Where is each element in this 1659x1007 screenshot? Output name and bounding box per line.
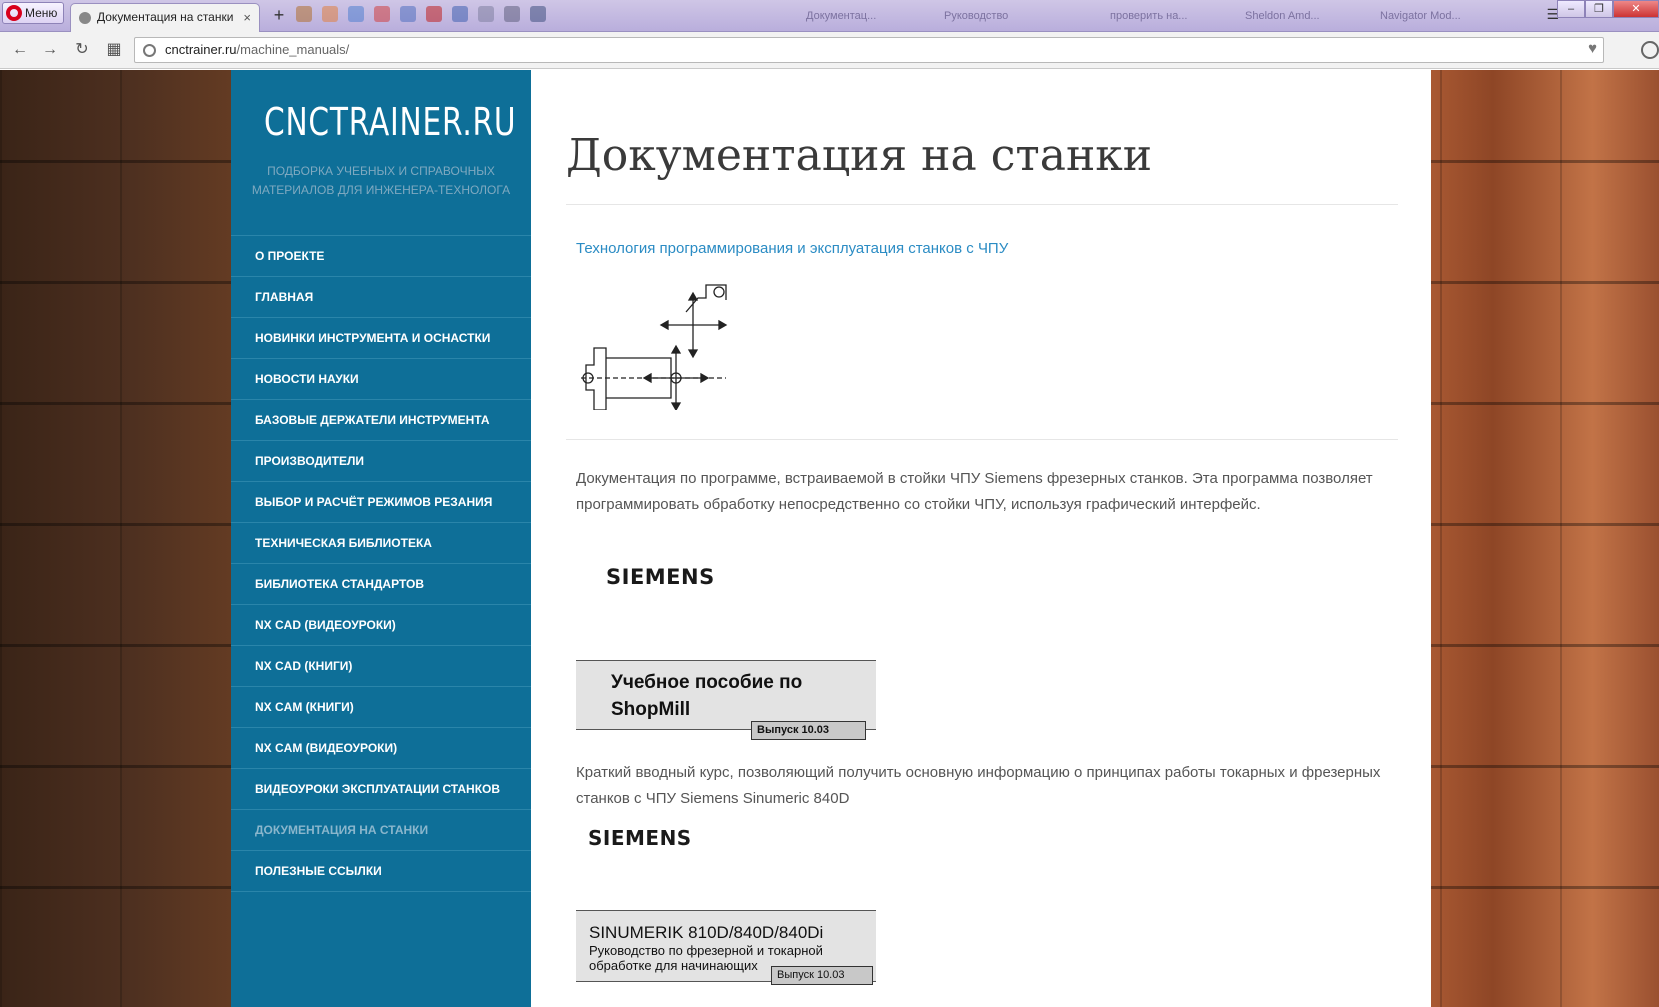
pinned-tab-icon[interactable] — [452, 6, 468, 22]
nav-item-tech-library[interactable]: Техническая библиотека — [231, 523, 531, 564]
minimize-icon[interactable]: – — [1557, 0, 1585, 18]
active-tab-title: Документация на станки — [97, 10, 234, 24]
pinned-tab-icon[interactable] — [530, 6, 546, 22]
background-tab[interactable]: Sheldon Amd... — [1245, 6, 1320, 26]
profile-icon[interactable] — [1641, 41, 1659, 59]
pinned-tab-icon[interactable] — [348, 6, 364, 22]
speed-dial-icon[interactable]: ▦ — [104, 40, 124, 60]
forward-icon[interactable]: → — [40, 40, 60, 60]
shopmill-description: Документация по программе, встраиваемой … — [576, 470, 1373, 513]
active-tab[interactable]: Документация на станки × — [70, 3, 260, 32]
nav-item-nx-cam-books[interactable]: NX CAM (книги) — [231, 687, 531, 728]
page-viewport: CNCTRAINER.RU Подборка учебных и справоч… — [0, 70, 1659, 1007]
shopmill-manual-cover[interactable]: Учебное пособие по ShopMill Выпуск 10.03 — [576, 660, 876, 740]
background-tab[interactable]: проверить на... — [1110, 6, 1187, 26]
pinned-tab-icon[interactable] — [426, 6, 442, 22]
divider — [566, 439, 1398, 440]
nav-item-machine-video[interactable]: Видеоуроки эксплуатации станков — [231, 769, 531, 810]
site-tagline: Подборка учебных и справочных материалов… — [251, 164, 511, 197]
new-tab-button[interactable]: + — [268, 4, 290, 26]
nav-item-nx-cad-video[interactable]: NX CAD (видеоуроки) — [231, 605, 531, 646]
siemens-logo: SIEMENS — [606, 565, 715, 589]
favicon-icon — [79, 12, 91, 24]
sinumerik-description: Краткий вводный курс, позволяющий получи… — [576, 764, 1381, 807]
nav-item-cutting-modes[interactable]: Выбор и расчёт режимов резания — [231, 482, 531, 523]
address-bar: ← → ↻ ▦ cnctrainer.ru/machine_manuals/ ♥ — [0, 32, 1659, 69]
back-icon[interactable]: ← — [10, 40, 30, 60]
pinned-tab-icon[interactable] — [504, 6, 520, 22]
nav-item-standards-library[interactable]: Библиотека стандартов — [231, 564, 531, 605]
pinned-tab-icon[interactable] — [374, 6, 390, 22]
sinumerik-manual-cover[interactable]: SINUMERIK 810D/840D/840Di Руководство по… — [576, 910, 876, 985]
nav-item-about[interactable]: О проекте — [231, 236, 531, 277]
reload-icon[interactable]: ↻ — [72, 40, 92, 60]
nav-item-science-news[interactable]: Новости науки — [231, 359, 531, 400]
bookmark-heart-icon[interactable]: ♥ — [1588, 40, 1597, 57]
browser-tab-bar: Меню Документация на станки × + Документ… — [0, 0, 1659, 32]
opera-logo-icon — [6, 5, 22, 21]
site-logo[interactable]: CNCTRAINER.RU — [264, 100, 516, 144]
url-field[interactable]: cnctrainer.ru/machine_manuals/ ♥ — [134, 37, 1604, 63]
main-navigation: О проекте Главная Новинки инструмента и … — [231, 235, 531, 892]
background-tab[interactable]: Документац... — [806, 6, 876, 26]
cover-title: Учебное пособие по ShopMill — [611, 672, 803, 720]
edition-badge: Выпуск 10.03 — [751, 721, 866, 740]
siemens-logo: SIEMENS — [588, 826, 692, 850]
pinned-tab-icon[interactable] — [400, 6, 416, 22]
site-info-icon[interactable] — [143, 44, 156, 57]
pinned-tab-icon[interactable] — [478, 6, 494, 22]
pinned-tab-icon[interactable] — [296, 6, 312, 22]
browser-menu-label: Меню — [25, 6, 58, 20]
maximize-icon[interactable]: ❐ — [1585, 0, 1613, 18]
nav-item-home[interactable]: Главная — [231, 277, 531, 318]
nav-item-useful-links[interactable]: Полезные ссылки — [231, 851, 531, 892]
lathe-axes-diagram[interactable] — [576, 270, 736, 410]
nav-item-manufacturers[interactable]: Производители — [231, 441, 531, 482]
pinned-tabs — [296, 6, 546, 26]
nav-item-nx-cad-books[interactable]: NX CAD (книги) — [231, 646, 531, 687]
cnc-technology-link[interactable]: Технология программирования и эксплуатац… — [576, 240, 1008, 257]
window-controls: – ❐ ✕ — [1557, 0, 1659, 20]
browser-menu-button[interactable]: Меню — [2, 2, 64, 24]
nav-item-tool-news[interactable]: Новинки инструмента и оснастки — [231, 318, 531, 359]
sidebar: CNCTRAINER.RU Подборка учебных и справоч… — [231, 70, 531, 1007]
nav-item-machine-manuals[interactable]: Документация на станки — [231, 810, 531, 851]
edition-badge: Выпуск 10.03 — [771, 966, 873, 985]
cover-title: SINUMERIK 810D/840D/840Di — [589, 923, 824, 942]
nav-item-tool-holders[interactable]: Базовые держатели инструмента — [231, 400, 531, 441]
main-content: Документация на станки Технология програ… — [531, 70, 1431, 1007]
background-tab[interactable]: Руководство — [944, 6, 1008, 26]
background-tab[interactable]: Navigator Mod... — [1380, 6, 1461, 26]
tab-close-icon[interactable]: × — [243, 4, 251, 31]
nav-item-nx-cam-video[interactable]: NX CAM (видеоуроки) — [231, 728, 531, 769]
divider — [566, 204, 1398, 205]
close-window-icon[interactable]: ✕ — [1613, 0, 1659, 18]
page-title: Документация на станки — [566, 130, 1153, 181]
pinned-tab-icon[interactable] — [322, 6, 338, 22]
url-text: cnctrainer.ru/machine_manuals/ — [165, 42, 350, 57]
